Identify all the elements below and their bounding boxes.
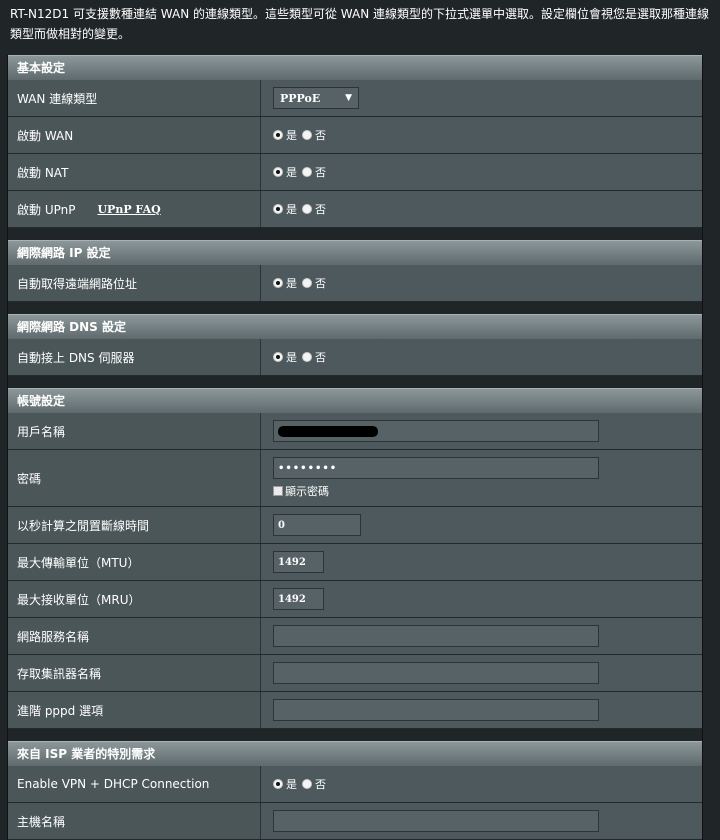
username-row: 用戶名稱 bbox=[8, 413, 702, 450]
mru-row: 最大接收單位（MRU） 1492 bbox=[8, 581, 702, 618]
upnp-faq-link[interactable]: UPnP FAQ bbox=[97, 203, 160, 216]
pppd-options-label: 進階 pppd 選項 bbox=[8, 692, 261, 728]
enable-wan-no-radio[interactable] bbox=[302, 130, 312, 140]
idle-time-row: 以秒計算之閒置斷線時間 0 bbox=[8, 507, 702, 544]
vpn-dhcp-no-radio[interactable] bbox=[302, 779, 312, 789]
enable-wan-yes-label: 是 bbox=[286, 129, 297, 142]
vpn-dhcp-no-label: 否 bbox=[315, 778, 326, 791]
password-input[interactable]: •••••••• bbox=[273, 457, 599, 479]
auto-ip-row: 自動取得遠端網路位址 是 否 bbox=[8, 265, 702, 302]
auto-dns-yes-radio[interactable] bbox=[273, 352, 283, 362]
idle-time-input[interactable]: 0 bbox=[273, 514, 361, 536]
wan-type-label: WAN 連線類型 bbox=[8, 80, 261, 116]
wan-type-value: PPPoE bbox=[280, 91, 321, 105]
enable-upnp-no-radio[interactable] bbox=[302, 204, 312, 214]
pppd-options-input[interactable] bbox=[273, 699, 599, 721]
username-input[interactable] bbox=[273, 420, 599, 442]
password-label: 密碼 bbox=[8, 450, 261, 506]
mtu-row: 最大傳輸單位（MTU） 1492 bbox=[8, 544, 702, 581]
intro-text: RT-N12D1 可支援數種連結 WAN 的連線類型。這些類型可從 WAN 連線… bbox=[10, 7, 710, 41]
enable-upnp-label: 啟動 UPnP bbox=[17, 202, 76, 217]
enable-upnp-yes-radio[interactable] bbox=[273, 204, 283, 214]
enable-nat-no-label: 否 bbox=[315, 166, 326, 179]
enable-wan-no-label: 否 bbox=[315, 129, 326, 142]
auto-dns-no-radio[interactable] bbox=[302, 352, 312, 362]
vpn-dhcp-row: Enable VPN + DHCP Connection 是 否 bbox=[8, 766, 702, 803]
enable-wan-yes-radio[interactable] bbox=[273, 130, 283, 140]
vpn-dhcp-label: Enable VPN + DHCP Connection bbox=[8, 766, 261, 802]
auto-ip-no-radio[interactable] bbox=[302, 278, 312, 288]
wan-settings-form: 基本設定 WAN 連線類型 PPPoE ▼ 啟動 WAN 是 否 啟動 NAT … bbox=[7, 55, 703, 840]
enable-upnp-no-label: 否 bbox=[315, 203, 326, 216]
enable-nat-row: 啟動 NAT 是 否 bbox=[8, 154, 702, 191]
service-name-label: 網路服務名稱 bbox=[8, 618, 261, 654]
show-password-label: 顯示密碼 bbox=[285, 485, 329, 498]
wan-type-select[interactable]: PPPoE ▼ bbox=[273, 87, 359, 109]
redacted-username bbox=[278, 425, 378, 437]
vpn-dhcp-yes-label: 是 bbox=[286, 778, 297, 791]
password-row: 密碼 •••••••• 顯示密碼 bbox=[8, 450, 702, 507]
auto-ip-yes-label: 是 bbox=[286, 277, 297, 290]
ac-name-label: 存取集訊器名稱 bbox=[8, 655, 261, 691]
mtu-label: 最大傳輸單位（MTU） bbox=[8, 544, 261, 580]
auto-dns-label: 自動接上 DNS 伺服器 bbox=[8, 339, 261, 375]
enable-nat-yes-label: 是 bbox=[286, 166, 297, 179]
auto-ip-label: 自動取得遠端網路位址 bbox=[8, 265, 261, 301]
section-dns-title: 網際網路 DNS 設定 bbox=[8, 314, 702, 339]
username-label: 用戶名稱 bbox=[8, 413, 261, 449]
auto-ip-yes-radio[interactable] bbox=[273, 278, 283, 288]
enable-upnp-row: 啟動 UPnP UPnP FAQ 是 否 bbox=[8, 191, 702, 228]
enable-wan-label: 啟動 WAN bbox=[8, 117, 261, 153]
mtu-input[interactable]: 1492 bbox=[273, 551, 324, 573]
auto-ip-no-label: 否 bbox=[315, 277, 326, 290]
ac-name-row: 存取集訊器名稱 bbox=[8, 655, 702, 692]
enable-nat-yes-radio[interactable] bbox=[273, 167, 283, 177]
enable-upnp-yes-label: 是 bbox=[286, 203, 297, 216]
section-account-title: 帳號設定 bbox=[8, 388, 702, 413]
show-password-checkbox[interactable] bbox=[273, 486, 283, 496]
hostname-label: 主機名稱 bbox=[8, 803, 261, 839]
chevron-down-icon: ▼ bbox=[345, 93, 352, 103]
ac-name-input[interactable] bbox=[273, 662, 599, 684]
auto-dns-row: 自動接上 DNS 伺服器 是 否 bbox=[8, 339, 702, 376]
password-value: •••••••• bbox=[278, 462, 338, 474]
enable-nat-no-radio[interactable] bbox=[302, 167, 312, 177]
wan-type-row: WAN 連線類型 PPPoE ▼ bbox=[8, 80, 702, 117]
enable-wan-row: 啟動 WAN 是 否 bbox=[8, 117, 702, 154]
mru-label: 最大接收單位（MRU） bbox=[8, 581, 261, 617]
show-password-toggle[interactable]: 顯示密碼 bbox=[273, 483, 329, 499]
service-name-input[interactable] bbox=[273, 625, 599, 647]
mru-input[interactable]: 1492 bbox=[273, 588, 324, 610]
auto-dns-yes-label: 是 bbox=[286, 351, 297, 364]
service-name-row: 網路服務名稱 bbox=[8, 618, 702, 655]
section-ip-title: 網際網路 IP 設定 bbox=[8, 240, 702, 265]
section-isp-title: 來自 ISP 業者的特別需求 bbox=[8, 741, 702, 766]
enable-nat-label: 啟動 NAT bbox=[8, 154, 261, 190]
hostname-input[interactable] bbox=[273, 810, 599, 832]
pppd-options-row: 進階 pppd 選項 bbox=[8, 692, 702, 729]
section-basic-title: 基本設定 bbox=[8, 55, 702, 80]
hostname-row: 主機名稱 bbox=[8, 803, 702, 840]
idle-time-label: 以秒計算之閒置斷線時間 bbox=[8, 507, 261, 543]
vpn-dhcp-yes-radio[interactable] bbox=[273, 779, 283, 789]
auto-dns-no-label: 否 bbox=[315, 351, 326, 364]
